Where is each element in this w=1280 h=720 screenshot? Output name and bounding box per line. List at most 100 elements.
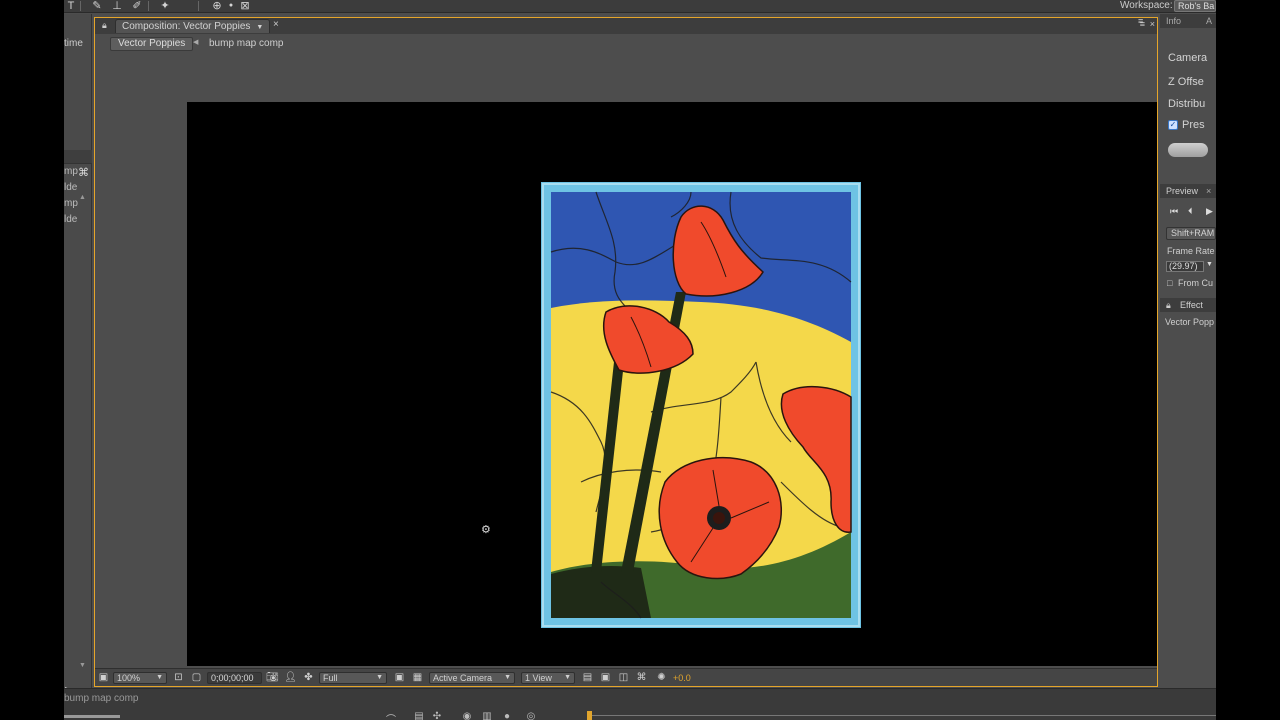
stained-glass-poppies-image bbox=[541, 182, 861, 628]
chevron-down-icon[interactable]: ▼ bbox=[1206, 261, 1213, 268]
scroll-up-arrow-icon[interactable]: ▲ bbox=[79, 194, 86, 201]
brainstorm-icon[interactable]: ◉ bbox=[460, 711, 474, 720]
composition-tab-bar: 🔒︎ Composition: Vector Poppies ▼ × ≡ × bbox=[95, 18, 1157, 34]
resolution-value: Full bbox=[323, 673, 338, 683]
chevron-down-icon[interactable]: ▼ bbox=[256, 24, 263, 31]
play-icon[interactable]: ▶ bbox=[1206, 206, 1213, 217]
tab-preview[interactable]: Preview bbox=[1166, 185, 1198, 197]
layer-row[interactable]: lde bbox=[64, 180, 92, 196]
preserve-label: Pres bbox=[1182, 119, 1205, 131]
breadcrumb-item[interactable]: bump map comp bbox=[209, 38, 283, 49]
from-current-checkbox[interactable]: □ bbox=[1167, 278, 1172, 288]
puppet-pin-tool-icon[interactable]: ✦ bbox=[158, 0, 172, 12]
composition-navigator: Vector Poppies ◀ bump map comp bbox=[95, 34, 1157, 52]
composition-tab-label: Composition: Vector Poppies bbox=[122, 21, 251, 32]
camera-view-select[interactable]: Active Camera ▼ bbox=[429, 672, 515, 684]
apply-button[interactable] bbox=[1168, 143, 1208, 157]
lock-icon[interactable]: 🔒︎ bbox=[102, 20, 112, 31]
resolution-select[interactable]: Full ▼ bbox=[319, 672, 387, 684]
shift-ram-preview-button[interactable]: Shift+RAM bbox=[1166, 227, 1216, 240]
tab-effect-controls[interactable]: Effect bbox=[1180, 299, 1203, 311]
zoom-select[interactable]: 100% ▼ bbox=[113, 672, 167, 684]
view-axis-mode-icon[interactable]: ⊠ bbox=[238, 0, 252, 12]
timeline-panel: time ⌘ mp lde mp lde ▲ ▼ ▶ bbox=[64, 14, 92, 694]
toolbar-divider bbox=[80, 1, 81, 11]
workspace-select[interactable]: Rob's Ba bbox=[1174, 0, 1216, 12]
breadcrumb-active[interactable]: Vector Poppies bbox=[110, 37, 194, 51]
always-preview-icon[interactable]: ▣ bbox=[97, 671, 110, 684]
letterbox-left bbox=[0, 0, 64, 720]
right-panels: Info A ≡ Camera Z Offse Distribu ✓ Pres … bbox=[1138, 14, 1216, 694]
region-of-interest-icon[interactable]: ▣ bbox=[393, 671, 406, 684]
panel-menu-icon[interactable]: ≡ bbox=[1138, 15, 1143, 27]
text-tool-icon[interactable]: T bbox=[64, 0, 78, 12]
preview-tab-bar: Preview × bbox=[1160, 184, 1216, 198]
effects-tab-bar: 🔒︎ Effect bbox=[1160, 298, 1216, 312]
layer-row[interactable]: mp bbox=[64, 164, 92, 180]
previous-frame-icon[interactable]: ⏴︎ bbox=[1188, 206, 1193, 217]
mask-visibility-icon[interactable]: ▢ bbox=[190, 671, 203, 684]
close-tab-icon[interactable]: × bbox=[1206, 185, 1211, 197]
channel-rgb-icon[interactable]: ✤ bbox=[302, 671, 315, 684]
fast-previews-icon[interactable]: ▣ bbox=[599, 671, 612, 684]
timeline-column-header bbox=[64, 150, 92, 164]
transparency-grid-icon[interactable]: ▦ bbox=[411, 671, 424, 684]
frame-blending-icon[interactable]: ▤ bbox=[412, 711, 426, 720]
graph-editor-icon[interactable]: ▥ bbox=[480, 711, 494, 720]
exposure-value[interactable]: +0.0 bbox=[673, 672, 691, 684]
layer-row[interactable]: lde bbox=[64, 212, 92, 228]
camera-view-value: Active Camera bbox=[433, 673, 493, 683]
chevron-down-icon: ▼ bbox=[376, 674, 383, 681]
layer-row[interactable]: mp bbox=[64, 196, 92, 212]
frame-rate-select[interactable]: (29.97) bbox=[1166, 261, 1204, 272]
tab-info[interactable]: Info bbox=[1166, 15, 1181, 27]
tab-audio[interactable]: A bbox=[1206, 15, 1212, 27]
tools-toolbar: T ✎ ⊥ ✐ ✦ ⊕ ● ⊠ Workspace: Rob's Ba bbox=[64, 0, 1216, 13]
safe-zones-icon[interactable]: ⊡ bbox=[172, 671, 185, 684]
camera-label: Camera bbox=[1168, 52, 1208, 64]
clone-stamp-tool-icon[interactable]: ⊥ bbox=[110, 0, 124, 12]
timeline-tab-label[interactable]: time bbox=[64, 38, 83, 49]
workspace-label: Workspace: bbox=[1120, 0, 1173, 11]
from-current-label: From Cu bbox=[1178, 278, 1214, 288]
world-axis-mode-icon[interactable]: ● bbox=[224, 0, 238, 12]
timeline-bottom-strip: bump map comp ⌒ ▤ ✣ ◉ ▥ ● ◎ bbox=[64, 688, 1216, 720]
chevron-down-icon: ▼ bbox=[156, 674, 163, 681]
close-panel-icon[interactable]: × bbox=[1150, 19, 1155, 29]
tab-composition[interactable]: Composition: Vector Poppies ▼ bbox=[115, 19, 271, 33]
view-layout-select[interactable]: 1 View ▼ bbox=[521, 672, 575, 684]
after-effects-window: T ✎ ⊥ ✐ ✦ ⊕ ● ⊠ Workspace: Rob's Ba time… bbox=[64, 0, 1216, 720]
shy-layers-icon[interactable]: ⌒ bbox=[384, 711, 398, 720]
live-update-icon[interactable]: ● bbox=[500, 711, 514, 720]
time-ruler[interactable] bbox=[592, 715, 1216, 716]
close-tab-icon[interactable]: × bbox=[273, 19, 279, 30]
eraser-tool-icon[interactable]: ✐ bbox=[130, 0, 144, 12]
z-offset-label: Z Offse bbox=[1168, 76, 1204, 88]
first-frame-icon[interactable]: ⏮︎ bbox=[1170, 206, 1178, 217]
timeline-toggle-icon[interactable]: ◫ bbox=[617, 671, 630, 684]
toolbar-divider bbox=[148, 1, 149, 11]
show-snapshot-icon[interactable]: 👤︎ bbox=[284, 671, 297, 684]
lock-icon[interactable]: 🔒︎ bbox=[1166, 299, 1171, 311]
current-time-display[interactable]: 0;00;00;00 bbox=[207, 672, 262, 684]
motion-blur-icon[interactable]: ✣ bbox=[430, 711, 444, 720]
flowchart-icon[interactable]: ⌘ bbox=[635, 671, 648, 684]
pixel-aspect-icon[interactable]: ▤ bbox=[581, 671, 594, 684]
local-axis-mode-icon[interactable]: ⊕ bbox=[210, 0, 224, 12]
exposure-reset-icon[interactable]: ✺ bbox=[655, 671, 668, 684]
preserve-checkbox[interactable]: ✓ bbox=[1168, 120, 1178, 130]
reshape-cursor-icon: ⚙ bbox=[481, 524, 491, 536]
zoom-value: 100% bbox=[117, 673, 141, 683]
effect-target-label: Vector Popp bbox=[1165, 317, 1215, 327]
timeline-tab[interactable]: bump map comp bbox=[64, 693, 138, 704]
snapshot-camera-icon[interactable]: 📷︎ bbox=[266, 671, 279, 684]
timeline-layer-list: mp lde mp lde bbox=[64, 164, 92, 228]
draft-3d-icon[interactable]: ◎ bbox=[524, 711, 538, 720]
brush-tool-icon[interactable]: ✎ bbox=[90, 0, 104, 12]
timeline-scrollbar[interactable] bbox=[64, 715, 120, 718]
scroll-down-arrow-icon[interactable]: ▼ bbox=[79, 662, 86, 669]
info-tab-bar: Info A ≡ bbox=[1138, 14, 1216, 28]
composition-viewer[interactable]: ⚙ bbox=[187, 102, 1157, 666]
view-layout-value: 1 View bbox=[525, 673, 552, 683]
composition-footer-bar: ▣ 100% ▼ ⊡ ▢ 0;00;00;00 📷︎ 👤︎ ✤ Full ▼ ▣ ▦… bbox=[95, 668, 1157, 686]
